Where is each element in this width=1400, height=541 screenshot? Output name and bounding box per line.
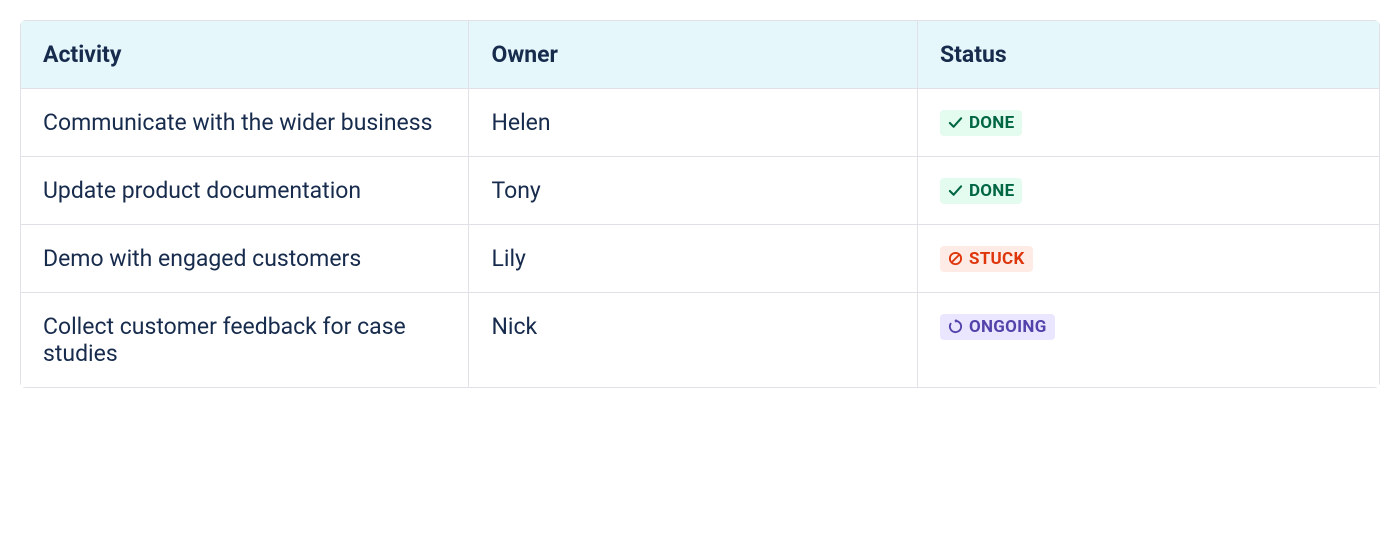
cell-owner: Nick: [469, 293, 917, 388]
cell-owner: Helen: [469, 89, 917, 157]
activity-table: Activity Owner Status Communicate with t…: [20, 20, 1380, 388]
status-badge-stuck: STUCK: [940, 246, 1033, 272]
check-icon: [948, 183, 963, 198]
status-badge-ongoing: ONGOING: [940, 314, 1055, 340]
table-row: Demo with engaged customers Lily STUCK: [21, 225, 1380, 293]
refresh-icon: [948, 319, 963, 334]
cell-status: DONE: [917, 157, 1379, 225]
check-icon: [948, 115, 963, 130]
status-label: DONE: [969, 113, 1015, 133]
table-row: Update product documentation Tony DONE: [21, 157, 1380, 225]
status-badge-done: DONE: [940, 110, 1023, 136]
status-badge-done: DONE: [940, 178, 1023, 204]
activity-table-container: Activity Owner Status Communicate with t…: [20, 20, 1380, 388]
prohibited-icon: [948, 251, 963, 266]
cell-activity: Update product documentation: [21, 157, 469, 225]
table-header: Activity Owner Status: [21, 21, 1380, 89]
header-owner: Owner: [469, 21, 917, 89]
cell-owner: Tony: [469, 157, 917, 225]
table-body: Communicate with the wider business Hele…: [21, 89, 1380, 388]
status-label: DONE: [969, 181, 1015, 201]
header-activity: Activity: [21, 21, 469, 89]
status-label: STUCK: [969, 249, 1025, 269]
header-status: Status: [917, 21, 1379, 89]
cell-status: DONE: [917, 89, 1379, 157]
table-row: Collect customer feedback for case studi…: [21, 293, 1380, 388]
status-label: ONGOING: [969, 317, 1047, 337]
table-row: Communicate with the wider business Hele…: [21, 89, 1380, 157]
table-header-row: Activity Owner Status: [21, 21, 1380, 89]
cell-status: STUCK: [917, 225, 1379, 293]
cell-activity: Demo with engaged customers: [21, 225, 469, 293]
cell-activity: Collect customer feedback for case studi…: [21, 293, 469, 388]
cell-activity: Communicate with the wider business: [21, 89, 469, 157]
cell-owner: Lily: [469, 225, 917, 293]
cell-status: ONGOING: [917, 293, 1379, 388]
